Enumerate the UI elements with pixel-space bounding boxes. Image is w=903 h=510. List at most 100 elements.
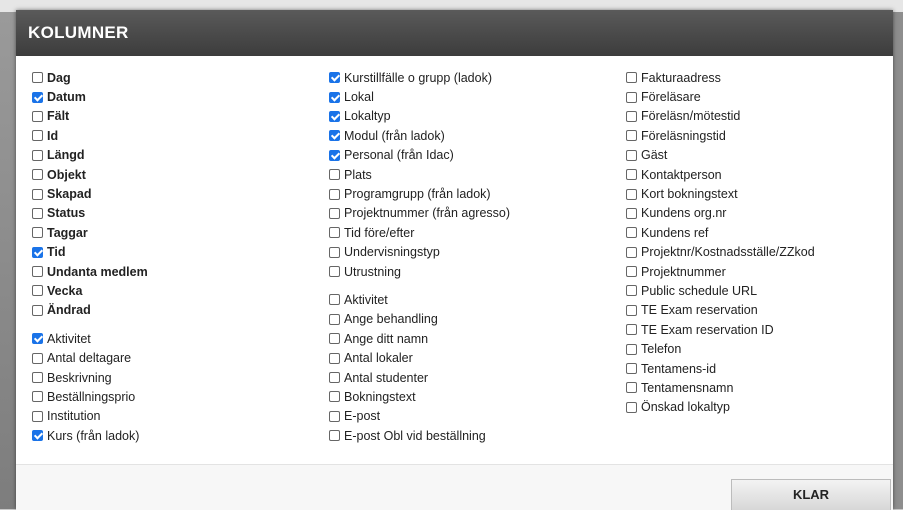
checkbox-checked[interactable]: [329, 149, 340, 161]
column-option[interactable]: Undervisningstyp: [329, 243, 510, 262]
checkbox-unchecked[interactable]: [329, 188, 340, 200]
checkbox-unchecked[interactable]: [329, 391, 340, 403]
column-option[interactable]: Antal deltagare: [32, 348, 148, 367]
column-option[interactable]: Kurstillfälle o grupp (ladok): [329, 68, 510, 87]
column-option[interactable]: Beskrivning: [32, 368, 148, 387]
column-option[interactable]: Tentamensnamn: [626, 378, 815, 397]
column-option[interactable]: Föreläsn/mötestid: [626, 107, 815, 126]
checkbox-unchecked[interactable]: [32, 169, 43, 181]
column-option[interactable]: Önskad lokaltyp: [626, 398, 815, 417]
checkbox-unchecked[interactable]: [626, 266, 637, 278]
column-option[interactable]: Gäst: [626, 146, 815, 165]
column-option[interactable]: Personal (från Idac): [329, 146, 510, 165]
checkbox-unchecked[interactable]: [626, 401, 637, 413]
checkbox-unchecked[interactable]: [32, 227, 43, 239]
column-option[interactable]: Fakturaadress: [626, 68, 815, 87]
column-option[interactable]: TE Exam reservation ID: [626, 320, 815, 339]
column-option[interactable]: Antal lokaler: [329, 348, 510, 367]
checkbox-checked[interactable]: [32, 333, 43, 345]
checkbox-unchecked[interactable]: [626, 382, 637, 394]
column-option[interactable]: Beställningsprio: [32, 387, 148, 406]
checkbox-unchecked[interactable]: [329, 227, 340, 239]
checkbox-unchecked[interactable]: [626, 169, 637, 181]
column-option[interactable]: Kundens org.nr: [626, 204, 815, 223]
column-option[interactable]: Tid före/efter: [329, 223, 510, 242]
checkbox-unchecked[interactable]: [626, 343, 637, 355]
column-option[interactable]: Aktivitet: [329, 290, 510, 309]
checkbox-unchecked[interactable]: [32, 352, 43, 364]
column-option[interactable]: Institution: [32, 407, 148, 426]
checkbox-unchecked[interactable]: [626, 149, 637, 161]
checkbox-checked[interactable]: [329, 91, 340, 103]
checkbox-unchecked[interactable]: [32, 410, 43, 422]
checkbox-unchecked[interactable]: [626, 207, 637, 219]
checkbox-unchecked[interactable]: [32, 391, 43, 403]
column-option[interactable]: Föreläsare: [626, 87, 815, 106]
column-option[interactable]: Id: [32, 126, 148, 145]
checkbox-unchecked[interactable]: [626, 91, 637, 103]
checkbox-unchecked[interactable]: [329, 266, 340, 278]
column-option[interactable]: Public schedule URL: [626, 281, 815, 300]
column-option[interactable]: Projektnummer: [626, 262, 815, 281]
checkbox-unchecked[interactable]: [32, 72, 43, 84]
column-option[interactable]: Kontaktperson: [626, 165, 815, 184]
column-option[interactable]: Längd: [32, 146, 148, 165]
checkbox-unchecked[interactable]: [626, 188, 637, 200]
checkbox-unchecked[interactable]: [329, 372, 340, 384]
column-option[interactable]: Projektnr/Kostnadsställe/ZZkod: [626, 243, 815, 262]
column-option[interactable]: Föreläsningstid: [626, 126, 815, 145]
checkbox-unchecked[interactable]: [329, 207, 340, 219]
column-option[interactable]: Dag: [32, 68, 148, 87]
checkbox-unchecked[interactable]: [329, 333, 340, 345]
column-option[interactable]: Ange behandling: [329, 310, 510, 329]
column-option[interactable]: Taggar: [32, 223, 148, 242]
column-option[interactable]: Ange ditt namn: [329, 329, 510, 348]
checkbox-unchecked[interactable]: [626, 227, 637, 239]
checkbox-unchecked[interactable]: [32, 149, 43, 161]
checkbox-checked[interactable]: [329, 72, 340, 84]
column-option[interactable]: Tentamens-id: [626, 359, 815, 378]
column-option[interactable]: Plats: [329, 165, 510, 184]
checkbox-checked[interactable]: [329, 110, 340, 122]
column-option[interactable]: Projektnummer (från agresso): [329, 204, 510, 223]
checkbox-unchecked[interactable]: [626, 285, 637, 297]
checkbox-unchecked[interactable]: [32, 372, 43, 384]
column-option[interactable]: Tid: [32, 243, 148, 262]
column-option[interactable]: TE Exam reservation: [626, 301, 815, 320]
checkbox-unchecked[interactable]: [626, 304, 637, 316]
column-option[interactable]: Status: [32, 204, 148, 223]
column-option[interactable]: Fält: [32, 107, 148, 126]
column-option[interactable]: E-post Obl vid beställning: [329, 426, 510, 445]
column-option[interactable]: Kundens ref: [626, 223, 815, 242]
column-option[interactable]: Aktivitet: [32, 329, 148, 348]
column-option[interactable]: Programgrupp (från ladok): [329, 184, 510, 203]
column-option[interactable]: Bokningstext: [329, 387, 510, 406]
checkbox-checked[interactable]: [32, 246, 43, 258]
checkbox-checked[interactable]: [329, 130, 340, 142]
checkbox-unchecked[interactable]: [32, 110, 43, 122]
checkbox-unchecked[interactable]: [329, 294, 340, 306]
checkbox-unchecked[interactable]: [626, 363, 637, 375]
column-option[interactable]: Modul (från ladok): [329, 126, 510, 145]
checkbox-unchecked[interactable]: [626, 324, 637, 336]
checkbox-unchecked[interactable]: [329, 430, 340, 442]
column-option[interactable]: Antal studenter: [329, 368, 510, 387]
column-option[interactable]: Telefon: [626, 339, 815, 358]
checkbox-unchecked[interactable]: [329, 169, 340, 181]
column-option[interactable]: Kort bokningstext: [626, 184, 815, 203]
column-option[interactable]: Lokal: [329, 87, 510, 106]
checkbox-unchecked[interactable]: [32, 188, 43, 200]
column-option[interactable]: Objekt: [32, 165, 148, 184]
checkbox-unchecked[interactable]: [32, 285, 43, 297]
checkbox-unchecked[interactable]: [626, 130, 637, 142]
column-option[interactable]: Undanta medlem: [32, 262, 148, 281]
checkbox-unchecked[interactable]: [32, 207, 43, 219]
done-button[interactable]: KLAR: [731, 479, 891, 510]
checkbox-unchecked[interactable]: [329, 352, 340, 364]
checkbox-checked[interactable]: [32, 91, 43, 103]
column-option[interactable]: Datum: [32, 87, 148, 106]
checkbox-unchecked[interactable]: [329, 410, 340, 422]
checkbox-checked[interactable]: [32, 430, 43, 442]
checkbox-unchecked[interactable]: [626, 72, 637, 84]
column-option[interactable]: E-post: [329, 407, 510, 426]
